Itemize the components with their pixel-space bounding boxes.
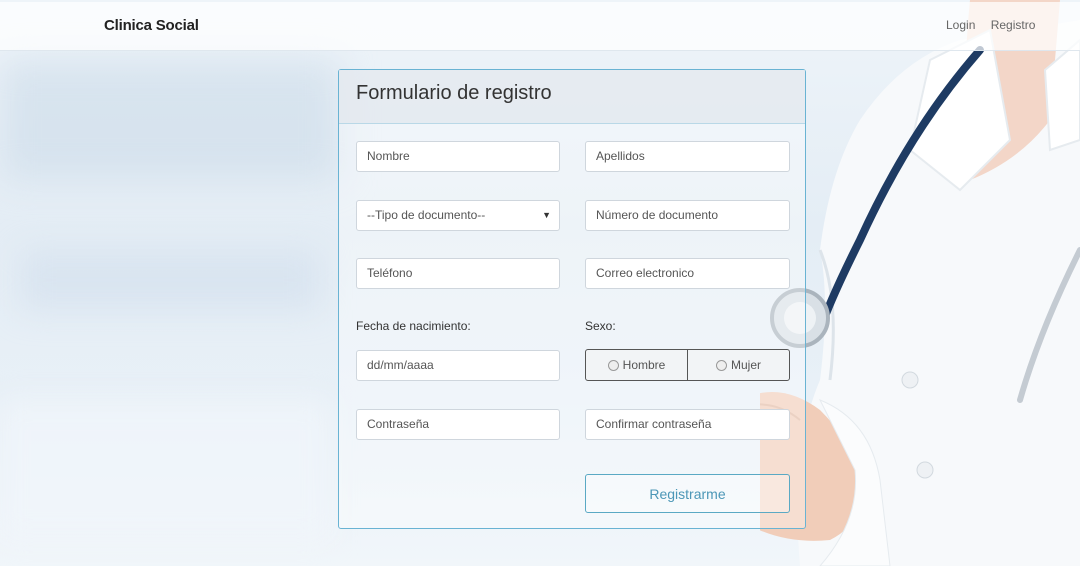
fecha-nacimiento-input[interactable]: dd/mm/aaaa [356, 350, 560, 381]
caret-down-icon: ▼ [542, 210, 551, 220]
brand-logo-text[interactable]: Clinica Social [104, 17, 199, 34]
sexo-radio-group: Hombre Mujer [585, 349, 790, 381]
radio-mujer[interactable]: Mujer [688, 350, 789, 380]
registrarme-button[interactable]: Registrarme [585, 474, 790, 513]
tipo-documento-select[interactable]: --Tipo de documento-- ▼ [356, 200, 560, 231]
radio-hombre-label: Hombre [622, 358, 666, 372]
telefono-input[interactable]: Teléfono [356, 258, 560, 289]
apellidos-input[interactable]: Apellidos [585, 141, 790, 172]
confirmar-contrasena-input[interactable]: Confirmar contraseña [585, 409, 790, 440]
contrasena-input[interactable]: Contraseña [356, 409, 560, 440]
form-title: Formulario de registro [356, 82, 552, 104]
numero-documento-input[interactable]: Número de documento [585, 200, 790, 231]
sexo-label: Sexo: [585, 319, 616, 333]
nav-links: Login Registro [946, 18, 1047, 32]
correo-input[interactable]: Correo electronico [585, 258, 790, 289]
doctor-illustration [760, 0, 1080, 566]
radio-circle-icon [715, 359, 727, 371]
nav-register-link[interactable]: Registro [991, 18, 1036, 32]
radio-circle-icon [607, 359, 619, 371]
tipo-documento-value: --Tipo de documento-- [367, 208, 486, 222]
navbar: Clinica Social Login Registro [0, 2, 1080, 51]
registration-panel: Formulario de registro [338, 69, 806, 529]
nombre-input[interactable]: Nombre [356, 141, 560, 172]
radio-hombre[interactable]: Hombre [586, 350, 688, 380]
panel-header: Formulario de registro [339, 70, 805, 124]
nav-login-link[interactable]: Login [946, 18, 975, 32]
fecha-label: Fecha de nacimiento: [356, 319, 471, 333]
radio-mujer-label: Mujer [730, 358, 761, 372]
